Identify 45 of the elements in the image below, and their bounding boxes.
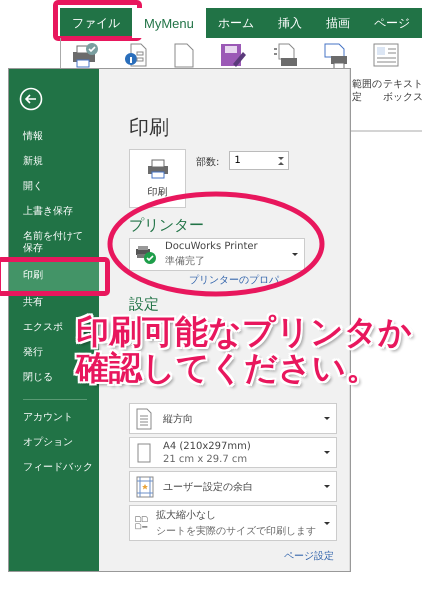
sidebar-item[interactable]: 発行 (9, 341, 57, 366)
settings-dropdown[interactable]: 拡大縮小なし シートを実際のサイズで印刷します (129, 505, 337, 541)
ribbon-tab[interactable]: MyMenu (132, 8, 206, 38)
ribbon-tab[interactable]: ページ (362, 8, 422, 38)
ribbon-tab[interactable]: ホーム (206, 8, 266, 38)
section-heading: 設定 (129, 295, 159, 314)
section-heading: プリンター (129, 216, 204, 235)
settings-dropdown[interactable]: ユーザー設定の余白 (129, 471, 337, 502)
sidebar-item[interactable]: 閉じる (9, 366, 67, 391)
back-icon (19, 87, 43, 111)
text-box-icon (373, 42, 399, 68)
ribbon-tab[interactable]: 描画 (314, 8, 362, 38)
printer-check-icon (71, 42, 99, 68)
ribbon-tab[interactable]: ファイル (60, 8, 132, 38)
command-label[interactable]: ボックス (383, 91, 422, 104)
settings-dropdown[interactable]: 縦方向 (129, 403, 337, 434)
blank-document-icon (173, 42, 195, 68)
settings-dropdown[interactable]: A4 (210x297mm) 21 cm x 29.7 cm (129, 437, 337, 468)
page-setup-link[interactable]: ページ設定 (284, 549, 334, 563)
sidebar-item[interactable]: 名前を付けて保存 (9, 225, 99, 262)
sidebar-item[interactable]: 上書き保存 (9, 200, 87, 225)
save-as-icon (219, 42, 247, 68)
command-label[interactable]: 定 (352, 91, 362, 104)
sidebar-item[interactable]: アカウント (9, 406, 75, 431)
printer-dropdown[interactable]: DocuWorks Printer 準備完了 (129, 238, 305, 271)
sidebar-item[interactable]: 新規 (9, 150, 57, 175)
copies-label: 部数: (196, 156, 220, 169)
sidebar-item[interactable]: フィードバック (9, 456, 95, 481)
command-label[interactable]: 範囲の (352, 78, 382, 91)
copies-spinner[interactable]: 1 (229, 151, 290, 170)
print-button[interactable]: 印刷 (129, 149, 186, 208)
sidebar-item[interactable]: 情報 (9, 125, 57, 150)
sidebar-item[interactable]: 共有 (9, 291, 57, 316)
sidebar-item[interactable]: 開く (9, 175, 57, 200)
sidebar-item[interactable]: エクスポ (9, 316, 77, 341)
command-label[interactable]: テキスト (383, 78, 422, 91)
sidebar-item[interactable]: 印刷 (9, 262, 99, 291)
print-preview-icon (271, 42, 299, 68)
page-title: 印刷 (129, 114, 169, 141)
sidebar-item[interactable]: オプション (9, 431, 75, 456)
printer-properties-link[interactable]: プリンターのプロパ (189, 273, 279, 287)
document-info-icon (123, 42, 149, 68)
ribbon-tab[interactable]: 挿入 (266, 8, 314, 38)
printer-icon (146, 158, 168, 178)
margins-icon (135, 476, 155, 498)
